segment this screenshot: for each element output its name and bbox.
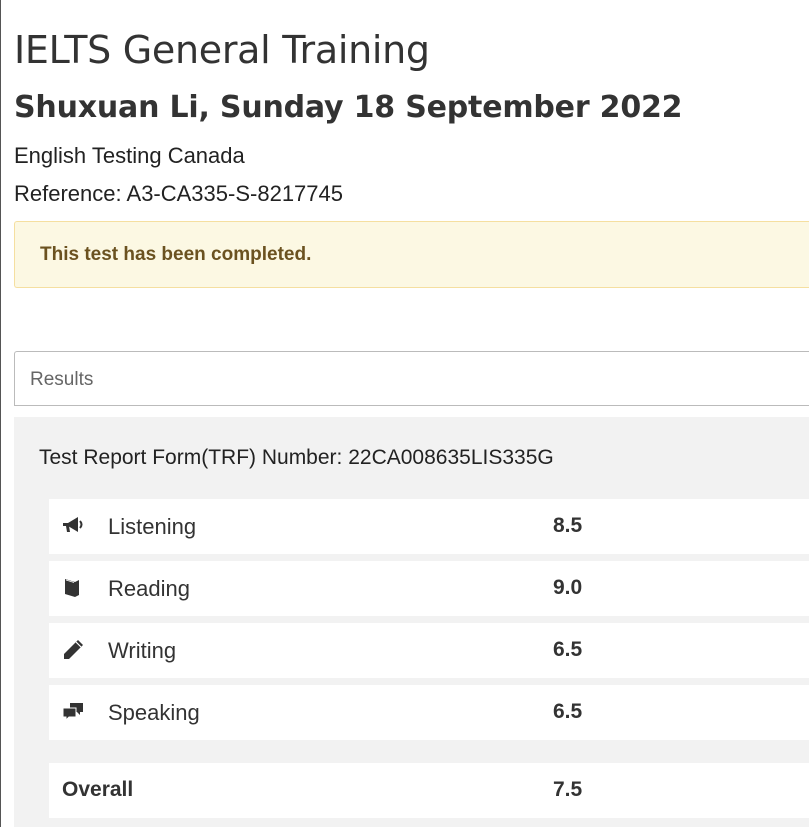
book-icon [61,576,87,600]
results-panel-header[interactable]: Results [14,351,809,406]
skill-score: 9.0 [553,576,583,599]
skill-score: 8.5 [553,514,583,537]
overall-label: Overall [62,778,134,801]
skill-score: 6.5 [553,700,583,723]
chat-bubbles-icon [61,700,87,724]
overall-score: 7.5 [553,778,583,801]
skill-label: Reading [108,576,190,601]
completion-alert: This test has been completed. [14,221,809,288]
score-row-listening: Listening 8.5 [49,499,809,554]
alert-message: This test has been completed. [40,244,312,265]
trf-number: Test Report Form(TRF) Number: 22CA008635… [39,446,554,469]
pencil-icon [61,638,87,662]
candidate-date-heading: Shuxuan Li, Sunday 18 September 2022 [14,90,683,125]
skill-score: 6.5 [553,638,583,661]
window-left-border [0,0,1,827]
score-row-reading: Reading 9.0 [49,561,809,616]
score-row-overall: Overall 7.5 [49,763,809,818]
skill-label: Speaking [108,700,200,725]
test-centre-name: English Testing Canada [14,143,245,168]
score-row-speaking: Speaking 6.5 [49,685,809,740]
results-panel-title: Results [30,369,94,390]
skill-label: Listening [108,514,197,539]
page-title: IELTS General Training [14,28,430,72]
megaphone-icon [61,514,87,538]
score-row-writing: Writing 6.5 [49,623,809,678]
results-panel-body: Test Report Form(TRF) Number: 22CA008635… [14,417,809,827]
reference-number: Reference: A3-CA335-S-8217745 [14,181,343,206]
skill-label: Writing [108,638,177,663]
